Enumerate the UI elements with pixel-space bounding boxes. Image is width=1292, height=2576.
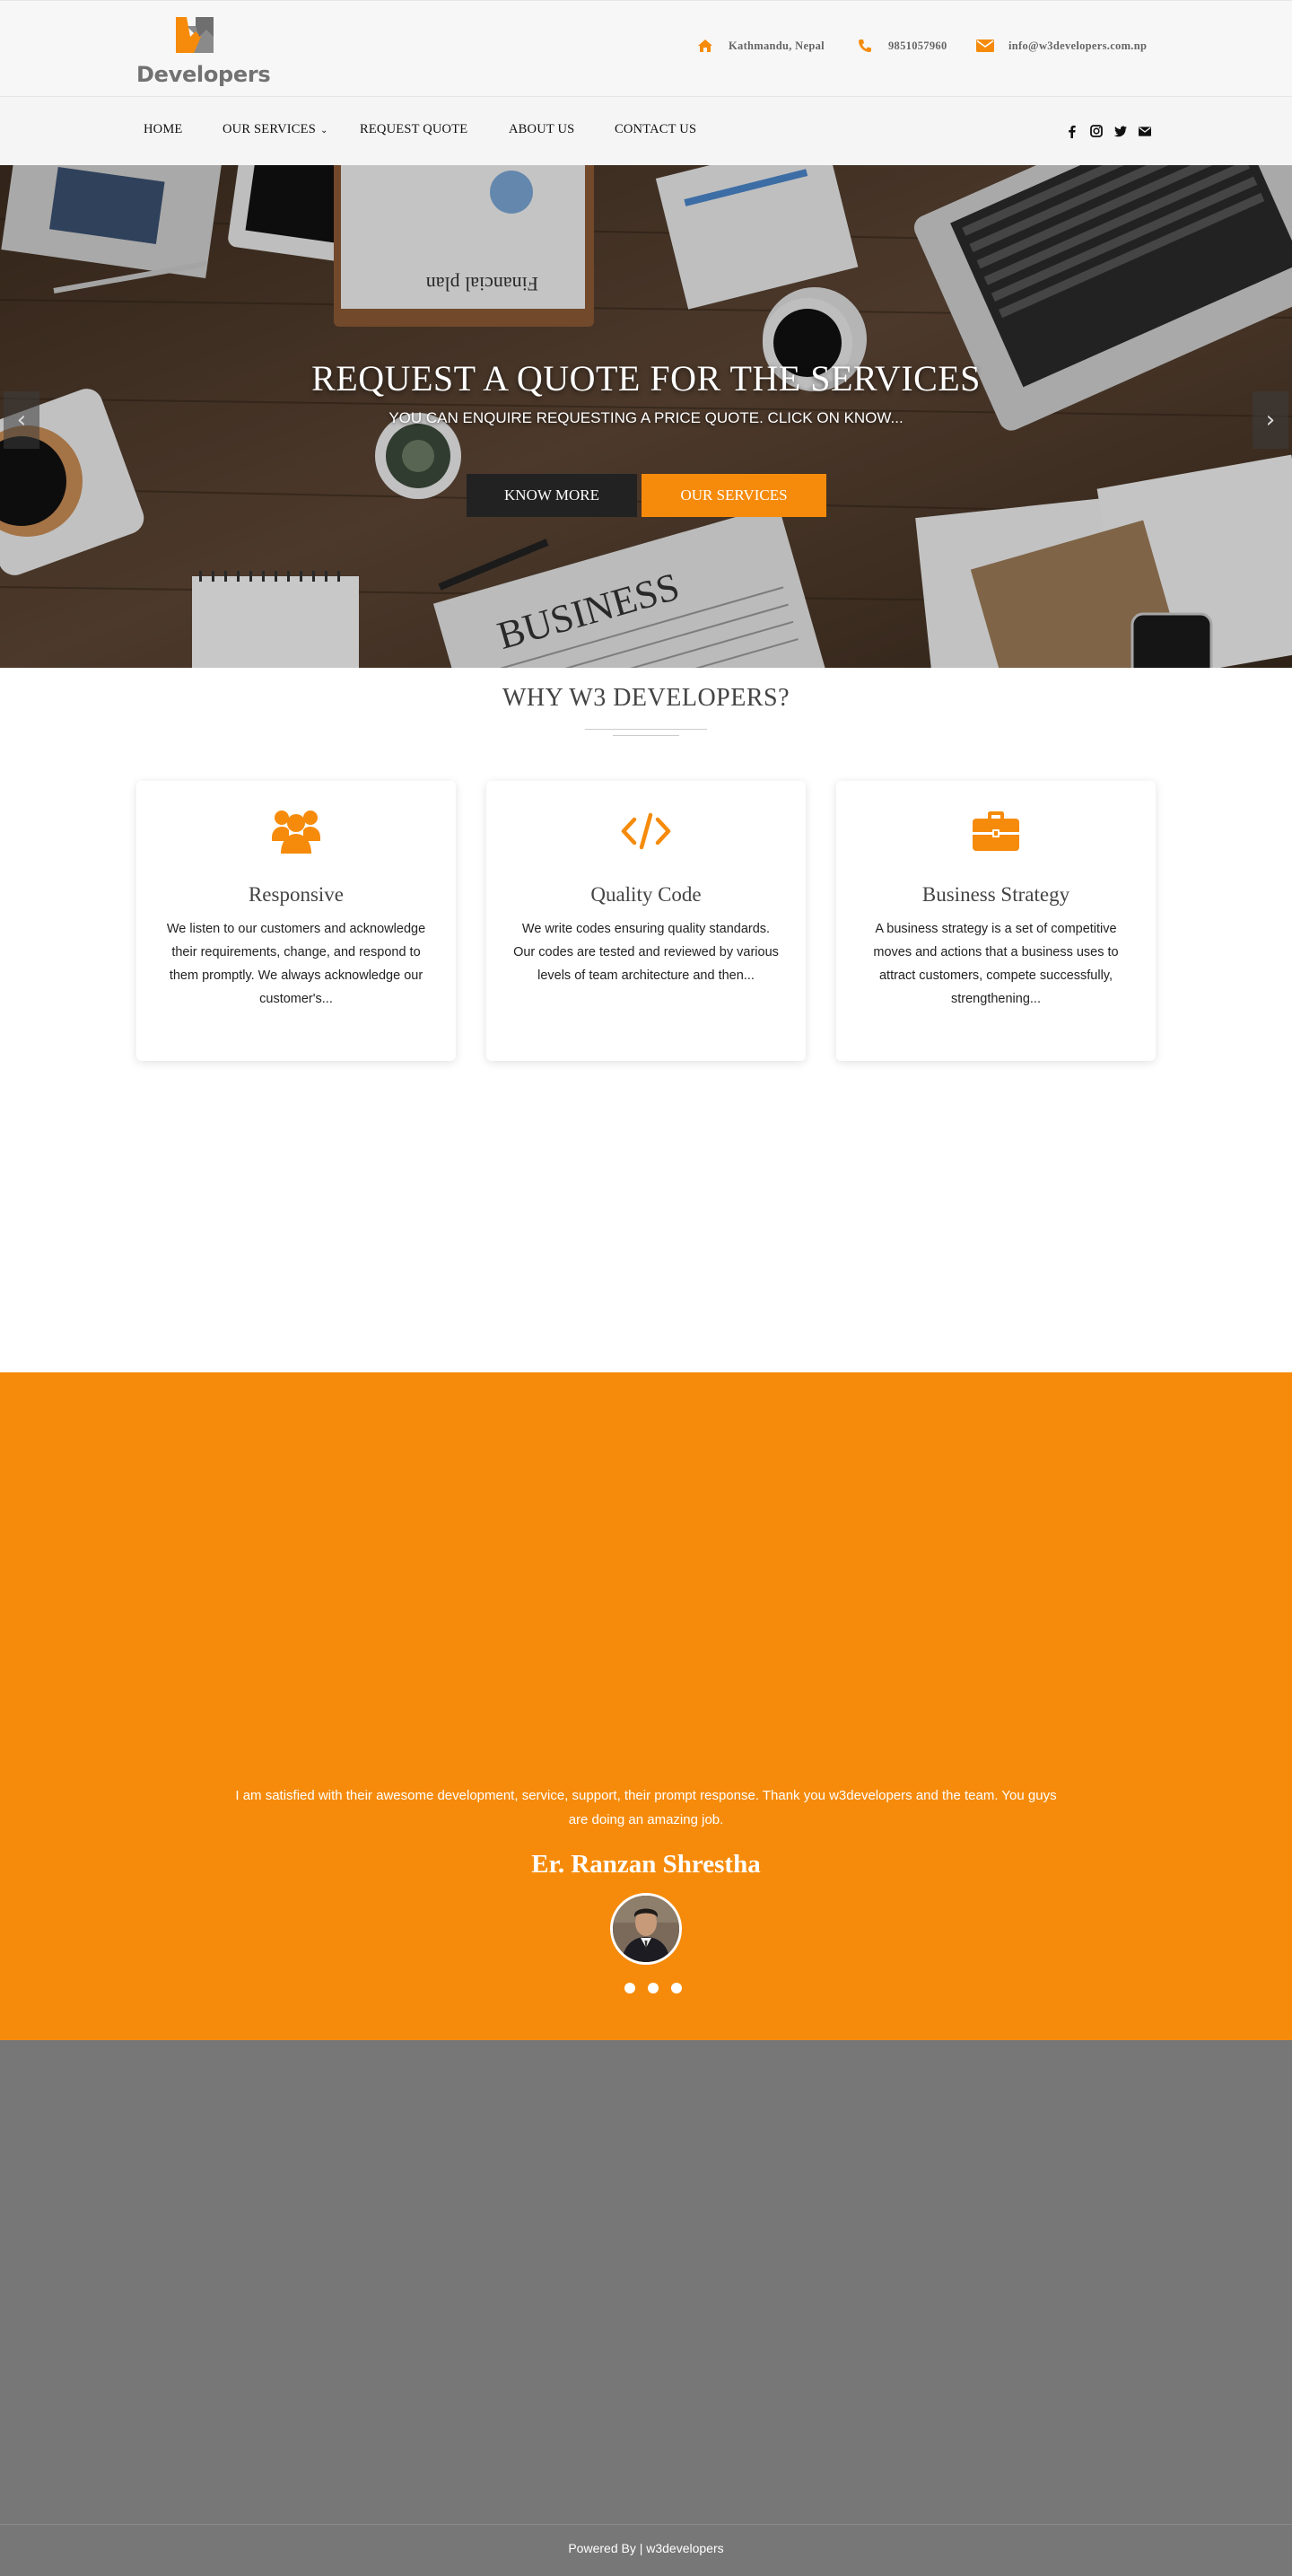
site-logo[interactable]: Developers bbox=[136, 13, 271, 87]
know-more-button[interactable]: KNOW MORE bbox=[467, 474, 637, 517]
feature-card-quality-code: Quality Code We write codes ensuring qua… bbox=[486, 781, 806, 1061]
card-title: Business Strategy bbox=[921, 883, 1070, 906]
why-section-title: WHY W3 DEVELOPERS? bbox=[502, 684, 790, 712]
phone-text: 9851057960 bbox=[888, 39, 947, 52]
footer-credit[interactable]: Powered By | w3developers bbox=[0, 2541, 1292, 2555]
nav-our-services[interactable]: OUR SERVICES ⌄ bbox=[223, 122, 328, 137]
nav-request-quote-label: REQUEST QUOTE bbox=[360, 122, 468, 136]
nav-about-us[interactable]: ABOUT US bbox=[509, 122, 574, 137]
nav-home[interactable]: HOME bbox=[144, 122, 183, 137]
users-icon bbox=[269, 804, 323, 858]
card-title: Responsive bbox=[248, 883, 345, 906]
site-header: Developers Kathmandu, Nepal 9851057960 i… bbox=[0, 0, 1292, 97]
twitter-icon[interactable] bbox=[1114, 124, 1127, 138]
header-location: Kathmandu, Nepal bbox=[696, 35, 825, 57]
code-icon bbox=[619, 804, 673, 858]
instagram-icon[interactable] bbox=[1090, 124, 1103, 138]
envelope-icon[interactable] bbox=[1139, 124, 1151, 138]
nav-contact-us-label: CONTACT US bbox=[615, 122, 697, 136]
site-footer: Powered By | w3developers bbox=[0, 2040, 1292, 2576]
nav-home-label: HOME bbox=[144, 122, 183, 136]
location-text: Kathmandu, Nepal bbox=[729, 39, 825, 52]
hero-slider: Financial plan BUSINESS ‹ › REQUEST A QU… bbox=[0, 165, 1292, 668]
card-title: Quality Code bbox=[590, 883, 702, 906]
header-phone[interactable]: 9851057960 bbox=[856, 35, 947, 57]
briefcase-icon bbox=[969, 804, 1023, 858]
our-services-button[interactable]: OUR SERVICES bbox=[642, 474, 826, 517]
feature-card-responsive: Responsive We listen to our customers an… bbox=[136, 781, 456, 1061]
pagination-dot[interactable] bbox=[624, 1983, 635, 1993]
testimonial-quote: I am satisfied with their awesome develo… bbox=[235, 1788, 1057, 1827]
logo-mark-icon bbox=[176, 17, 214, 53]
social-links bbox=[1066, 124, 1163, 138]
hero-title: REQUEST A QUOTE FOR THE SERVICES bbox=[311, 358, 981, 399]
avatar bbox=[610, 1893, 682, 1965]
logo-text: Developers bbox=[136, 62, 271, 87]
nav-our-services-label: OUR SERVICES bbox=[223, 122, 316, 136]
nav-about-us-label: ABOUT US bbox=[509, 122, 575, 136]
home-icon bbox=[696, 37, 714, 55]
feature-card-business-strategy: Business Strategy A business strategy is… bbox=[836, 781, 1156, 1061]
footer-divider bbox=[0, 2524, 1292, 2525]
facebook-icon[interactable] bbox=[1066, 124, 1078, 138]
email-text: info@w3developers.com.np bbox=[1008, 39, 1148, 52]
header-email[interactable]: info@w3developers.com.np bbox=[976, 35, 1147, 57]
phone-icon bbox=[856, 37, 874, 55]
title-divider bbox=[585, 729, 707, 730]
envelope-icon bbox=[976, 37, 994, 55]
chevron-down-icon: ⌄ bbox=[319, 126, 328, 136]
pagination-dot[interactable] bbox=[671, 1983, 682, 1993]
card-description: We write codes ensuring quality standard… bbox=[513, 922, 779, 983]
testimonial-author: Er. Ranzan Shrestha bbox=[531, 1850, 761, 1879]
title-divider-short bbox=[613, 735, 679, 736]
card-description: A business strategy is a set of competit… bbox=[873, 922, 1119, 1006]
hero-subtitle: YOU CAN ENQUIRE REQUESTING A PRICE QUOTE… bbox=[388, 409, 904, 426]
main-nav: HOME OUR SERVICES ⌄ REQUEST QUOTE ABOUT U… bbox=[0, 97, 1292, 165]
card-description: We listen to our customers and acknowled… bbox=[166, 922, 426, 1006]
nav-request-quote[interactable]: REQUEST QUOTE bbox=[360, 122, 467, 137]
pagination-dot[interactable] bbox=[648, 1983, 659, 1993]
testimonial-pagination bbox=[624, 1983, 694, 1993]
testimonial-section: I am satisfied with their awesome develo… bbox=[0, 1372, 1292, 2040]
nav-contact-us[interactable]: CONTACT US bbox=[615, 122, 696, 137]
